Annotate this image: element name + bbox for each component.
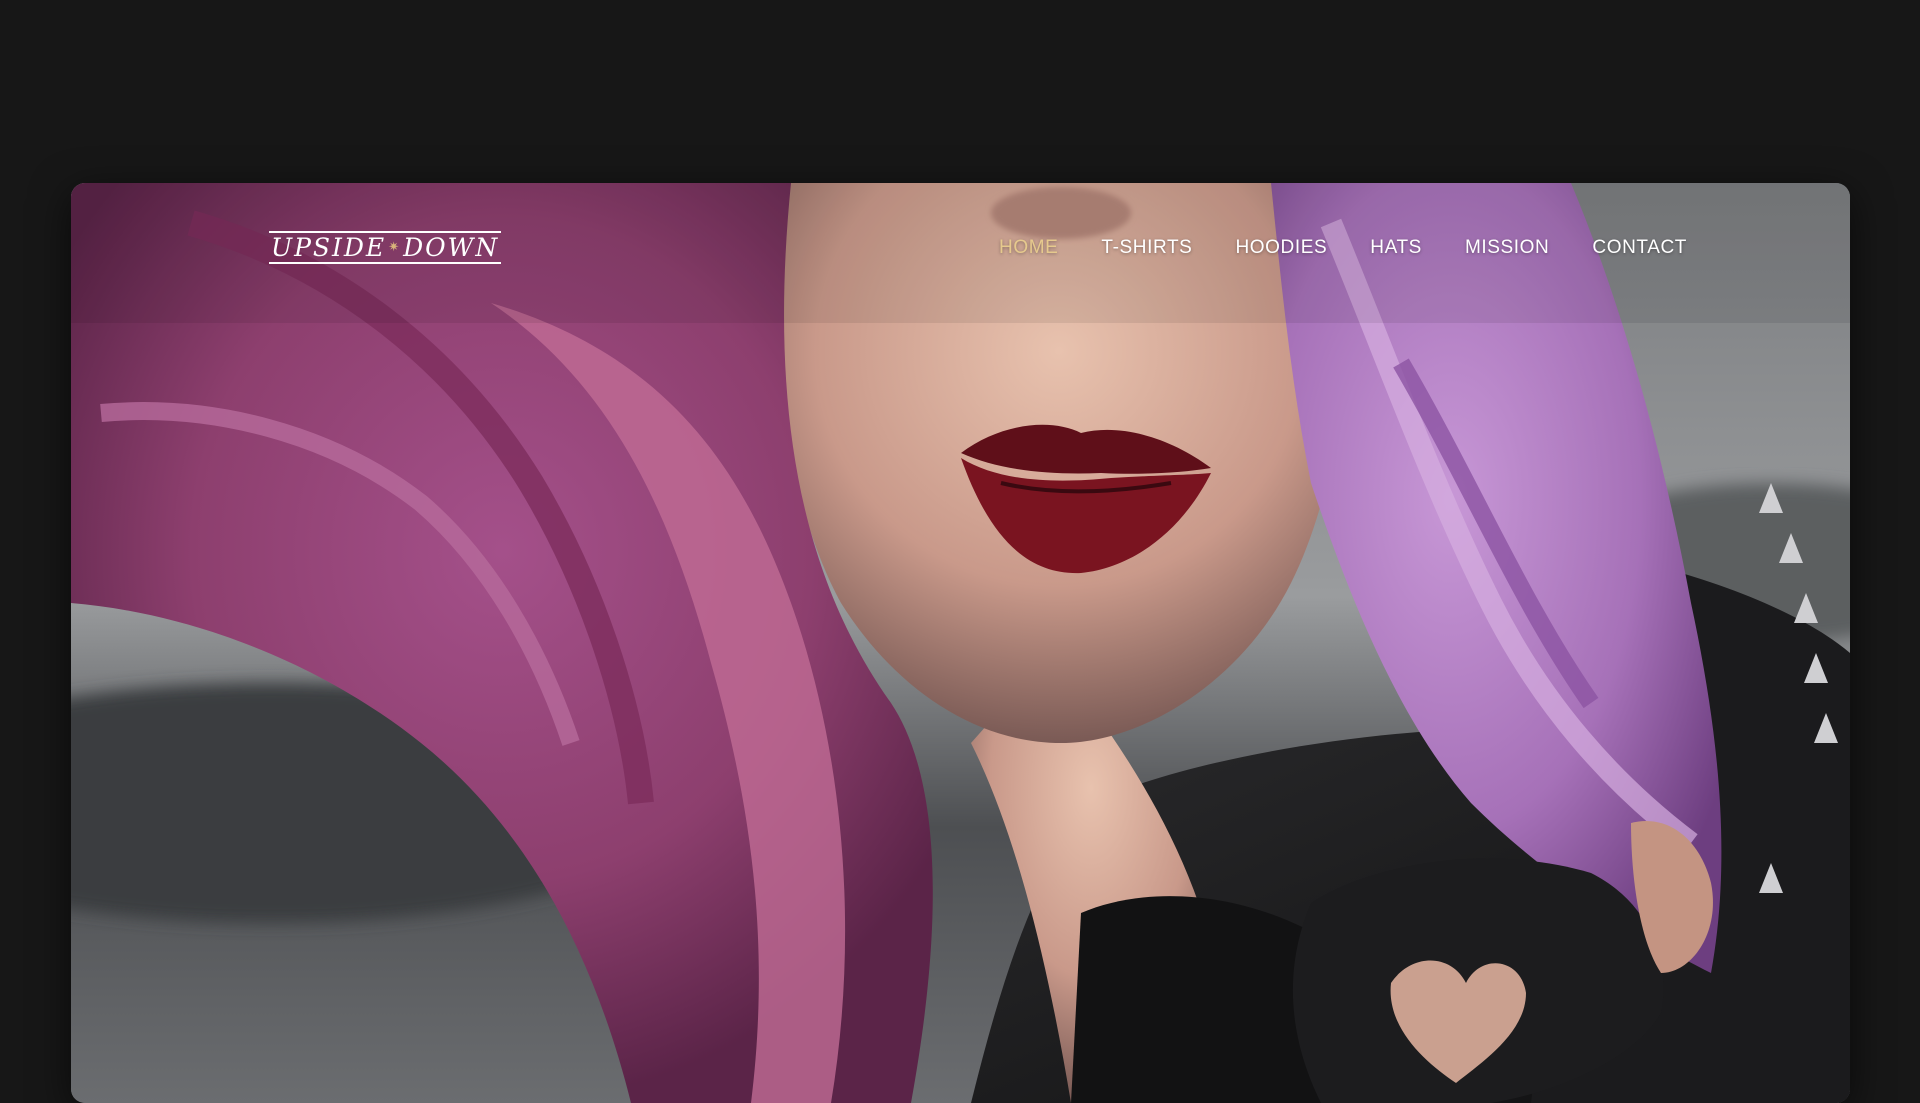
nav-item-t-shirts[interactable]: T-SHIRTS bbox=[1101, 237, 1192, 259]
nav-item-hoodies[interactable]: HOODIES bbox=[1235, 237, 1327, 259]
logo-text-left: UPSIDE bbox=[271, 233, 387, 262]
browser-frame: UPSIDE ✷ DOWN HOME T-SHIRTS HOODIES HATS… bbox=[71, 183, 1850, 1103]
hero-image bbox=[71, 183, 1850, 1103]
top-navigation: UPSIDE ✷ DOWN HOME T-SHIRTS HOODIES HATS… bbox=[71, 183, 1850, 303]
nav-item-mission[interactable]: MISSION bbox=[1465, 237, 1549, 259]
star-icon: ✷ bbox=[388, 240, 402, 255]
brand-logo[interactable]: UPSIDE ✷ DOWN bbox=[269, 231, 502, 264]
logo-text-right: DOWN bbox=[403, 233, 500, 262]
nav-item-hats[interactable]: HATS bbox=[1370, 237, 1422, 259]
main-menu: HOME T-SHIRTS HOODIES HATS MISSION CONTA… bbox=[999, 237, 1687, 259]
nav-item-home[interactable]: HOME bbox=[999, 237, 1058, 259]
nav-item-contact[interactable]: CONTACT bbox=[1592, 237, 1687, 259]
